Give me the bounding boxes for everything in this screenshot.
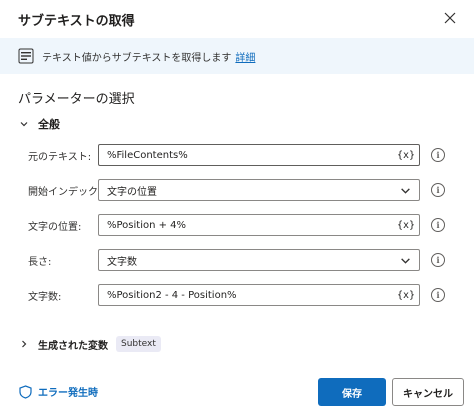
text-abc-icon — [18, 48, 34, 64]
banner-text: テキスト値からサブテキストを取得します — [42, 52, 232, 64]
footer-divider — [0, 364, 474, 365]
char-count-input[interactable]: %Position2 - 4 - Position% {x} — [98, 284, 420, 306]
start-index-row: 開始インデックス: 文字の位置 i — [0, 179, 474, 201]
variable-picker-icon[interactable]: {x} — [397, 150, 415, 161]
output-variables-label: 生成された変数 — [38, 340, 108, 352]
output-variables-toggle[interactable]: 生成された変数 Subtext — [18, 336, 161, 352]
chevron-down-icon — [18, 118, 30, 130]
length-select[interactable]: 文字数 — [98, 249, 420, 271]
variable-picker-icon[interactable]: {x} — [397, 290, 415, 301]
variable-picker-icon[interactable]: {x} — [397, 220, 415, 231]
save-button[interactable]: 保存 — [318, 378, 386, 406]
shield-icon — [18, 384, 32, 399]
dialog-title: サブテキストの取得 — [18, 14, 135, 29]
dialog-header: サブテキストの取得 — [0, 0, 474, 38]
original-text-input[interactable]: %FileContents% {x} — [98, 144, 420, 166]
close-button[interactable] — [440, 8, 460, 28]
parameters-title: パラメーターの選択 — [18, 92, 135, 107]
info-icon[interactable]: i — [431, 148, 445, 162]
on-error-label: エラー発生時 — [38, 388, 98, 399]
info-icon[interactable]: i — [431, 183, 445, 197]
chevron-right-icon — [18, 338, 30, 350]
chevron-down-icon — [399, 254, 411, 266]
char-count-row: 文字数: %Position2 - 4 - Position% {x} i — [0, 284, 474, 306]
length-value: 文字数 — [107, 256, 137, 268]
length-label: 長さ: — [28, 257, 52, 268]
on-error-link[interactable]: エラー発生時 — [18, 384, 98, 399]
info-icon[interactable]: i — [431, 253, 445, 267]
original-text-value: %FileContents% — [107, 149, 188, 161]
subtext-dialog: サブテキストの取得 テキスト値からサブテキストを取得します 詳細 パラメーターの… — [0, 0, 474, 420]
start-index-select[interactable]: 文字の位置 — [98, 179, 420, 201]
general-group-toggle[interactable]: 全般 — [18, 116, 60, 132]
char-position-input[interactable]: %Position + 4% {x} — [98, 214, 420, 236]
info-banner: テキスト値からサブテキストを取得します 詳細 — [0, 38, 474, 74]
close-icon — [444, 12, 456, 24]
original-text-row: 元のテキスト: %FileContents% {x} i — [0, 144, 474, 166]
info-icon[interactable]: i — [431, 218, 445, 232]
char-count-value: %Position2 - 4 - Position% — [107, 289, 237, 301]
start-index-value: 文字の位置 — [107, 186, 157, 198]
details-link[interactable]: 詳細 — [235, 49, 255, 64]
char-count-label: 文字数: — [28, 292, 62, 303]
subtext-variable-chip[interactable]: Subtext — [116, 336, 161, 352]
info-icon[interactable]: i — [431, 288, 445, 302]
char-position-label: 文字の位置: — [28, 222, 82, 233]
general-group-label: 全般 — [38, 118, 60, 131]
original-text-label: 元のテキスト: — [28, 152, 92, 163]
cancel-button[interactable]: キャンセル — [392, 378, 464, 406]
chevron-down-icon — [399, 184, 411, 196]
length-row: 長さ: 文字数 i — [0, 249, 474, 271]
char-position-value: %Position + 4% — [107, 219, 187, 231]
char-position-row: 文字の位置: %Position + 4% {x} i — [0, 214, 474, 236]
